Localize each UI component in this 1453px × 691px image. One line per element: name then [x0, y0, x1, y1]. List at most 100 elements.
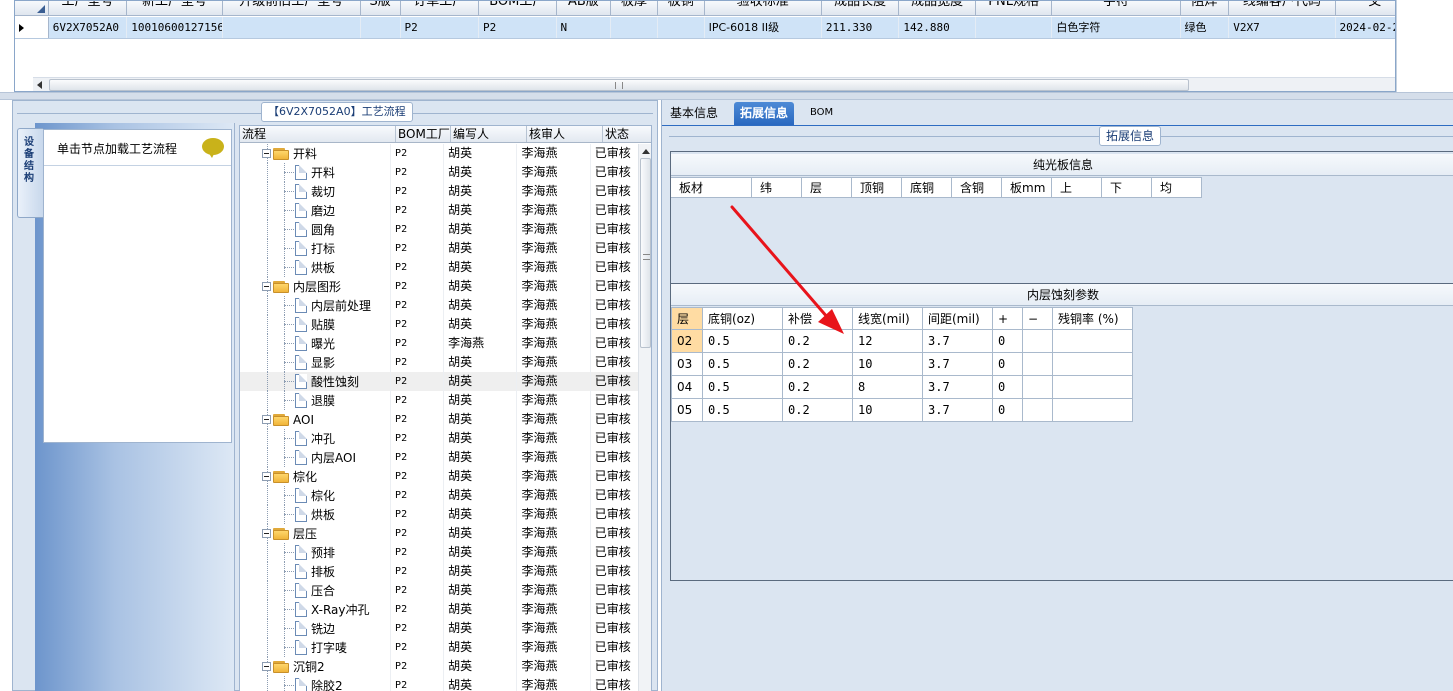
tree-node[interactable]: 内层图形	[262, 277, 341, 296]
tree-cell-reviewer[interactable]: 李海燕	[516, 657, 589, 676]
tree-cell-bom[interactable]: P2	[390, 562, 443, 581]
cell-pnl[interactable]	[976, 17, 1053, 38]
etch-cell[interactable]	[1052, 398, 1133, 422]
tree-node[interactable]: 退膜	[295, 391, 335, 410]
collapse-icon[interactable]	[262, 415, 271, 424]
tree-cell-status[interactable]: 已审核	[589, 581, 638, 600]
tree-cell-bom[interactable]: P2	[390, 505, 443, 524]
collapse-icon[interactable]	[262, 282, 271, 291]
tree-cell-bom[interactable]: P2	[390, 372, 443, 391]
col-header[interactable]: 板材	[671, 178, 752, 197]
col-header[interactable]: PNL规格	[976, 1, 1053, 15]
tree-cell-status[interactable]: 已审核	[589, 372, 638, 391]
etch-cell[interactable]: 0.5	[702, 398, 783, 422]
tree-cell-reviewer[interactable]: 李海燕	[516, 258, 589, 277]
tree-cell-bom[interactable]: P2	[390, 638, 443, 657]
col-header[interactable]: 板厚	[611, 1, 658, 15]
tree-row[interactable]: 排板 P2 胡英 李海燕 已审核	[240, 562, 638, 581]
tree-cell-reviewer[interactable]: 李海燕	[516, 562, 589, 581]
tree-node[interactable]: 棕化	[262, 467, 317, 486]
tree-cell-reviewer[interactable]: 李海燕	[516, 353, 589, 372]
col-header[interactable]: 残铜率 (%)	[1052, 307, 1133, 330]
tree-node[interactable]: 裁切	[295, 182, 335, 201]
tree-cell-writer[interactable]: 胡英	[443, 619, 516, 638]
tree-node-cell[interactable]: 压合	[240, 581, 390, 600]
tree-node-cell[interactable]: 退膜	[240, 391, 390, 410]
cell-bom-factory[interactable]: P2	[479, 17, 557, 38]
side-tab-equipment[interactable]: 设备结构	[17, 128, 43, 218]
tree-node[interactable]: X-Ray冲孔	[295, 600, 369, 619]
tree-cell-writer[interactable]: 胡英	[443, 429, 516, 448]
tree-cell-writer[interactable]: 胡英	[443, 543, 516, 562]
tree-cell-reviewer[interactable]: 李海燕	[516, 163, 589, 182]
tree-node[interactable]: 开料	[295, 163, 335, 182]
tree-node[interactable]: 层压	[262, 524, 317, 543]
etch-cell[interactable]: 8	[852, 375, 923, 399]
tree-cell-reviewer[interactable]: 李海燕	[516, 277, 589, 296]
tree-cell-writer[interactable]: 李海燕	[443, 334, 516, 353]
horizontal-splitter[interactable]	[0, 92, 1453, 100]
tree-row[interactable]: 层压 P2 胡英 李海燕 已审核	[240, 524, 638, 543]
etch-cell[interactable]	[1022, 375, 1053, 399]
tree-cell-reviewer[interactable]: 李海燕	[516, 543, 589, 562]
cell-delivery[interactable]: 2024-02-2	[1336, 17, 1395, 38]
tree-cell-reviewer[interactable]: 李海燕	[516, 486, 589, 505]
tree-cell-reviewer[interactable]: 李海燕	[516, 315, 589, 334]
tree-cell-writer[interactable]: 胡英	[443, 372, 516, 391]
etch-cell[interactable]: 0	[992, 398, 1023, 422]
tree-cell-reviewer[interactable]: 李海燕	[516, 505, 589, 524]
tree-node-cell[interactable]: 冲孔	[240, 429, 390, 448]
tree-cell-bom[interactable]: P2	[390, 144, 443, 163]
tree-node-cell[interactable]: 开料	[240, 144, 390, 163]
tree-cell-writer[interactable]: 胡英	[443, 163, 516, 182]
etch-cell[interactable]: 0.2	[782, 352, 853, 376]
tree-node[interactable]: AOI	[262, 410, 314, 429]
tree-row[interactable]: 贴膜 P2 胡英 李海燕 已审核	[240, 315, 638, 334]
tree-cell-writer[interactable]: 胡英	[443, 676, 516, 691]
col-header[interactable]: 底铜(oz)	[702, 307, 783, 330]
tree-node[interactable]: 贴膜	[295, 315, 335, 334]
tree-cell-reviewer[interactable]: 李海燕	[516, 182, 589, 201]
tree-cell-bom[interactable]: P2	[390, 410, 443, 429]
tree-cell-writer[interactable]: 胡英	[443, 600, 516, 619]
col-header[interactable]: 上	[1052, 178, 1102, 197]
cell-length[interactable]: 211.330	[822, 17, 900, 38]
tree-row[interactable]: AOI P2 胡英 李海燕 已审核	[240, 410, 638, 429]
tree-cell-reviewer[interactable]: 李海燕	[516, 201, 589, 220]
tree-cell-writer[interactable]: 胡英	[443, 277, 516, 296]
tree-cell-reviewer[interactable]: 李海燕	[516, 239, 589, 258]
tree-cell-reviewer[interactable]: 李海燕	[516, 410, 589, 429]
tree-node-cell[interactable]: X-Ray冲孔	[240, 600, 390, 619]
col-header[interactable]: 顶铜	[852, 178, 902, 197]
tree-node[interactable]: 酸性蚀刻	[295, 372, 359, 391]
etch-row[interactable]: 02 0.5 0.2 12 3.7 0	[671, 329, 1133, 353]
tree-cell-status[interactable]: 已审核	[589, 562, 638, 581]
tree-cell-reviewer[interactable]: 李海燕	[516, 676, 589, 691]
etch-cell[interactable]: 3.7	[922, 329, 993, 353]
cell-standard[interactable]: IPC-6018 II级	[705, 17, 822, 38]
tree-node-cell[interactable]: 磨边	[240, 201, 390, 220]
col-header[interactable]: 线编客户代码	[1229, 1, 1336, 15]
etch-cell[interactable]: 0	[992, 329, 1023, 353]
col-header[interactable]: 含铜	[952, 178, 1002, 197]
tree-cell-bom[interactable]: P2	[390, 182, 443, 201]
tree-node[interactable]: 铣边	[295, 619, 335, 638]
tree-cell-status[interactable]: 已审核	[589, 239, 638, 258]
tree-node[interactable]: 内层前处理	[295, 296, 371, 315]
tree-cell-writer[interactable]: 胡英	[443, 524, 516, 543]
tree-row[interactable]: 开料 P2 胡英 李海燕 已审核	[240, 163, 638, 182]
col-header[interactable]: 成品长度	[822, 1, 900, 15]
etch-cell[interactable]: 0.5	[702, 352, 783, 376]
tree-row[interactable]: 预排 P2 胡英 李海燕 已审核	[240, 543, 638, 562]
col-header[interactable]: 工厂型号	[49, 1, 128, 15]
etch-cell[interactable]	[1052, 352, 1133, 376]
col-header[interactable]: 均	[1152, 178, 1202, 197]
etch-cell[interactable]: 0.5	[702, 375, 783, 399]
tree-cell-writer[interactable]: 胡英	[443, 182, 516, 201]
tree-cell-status[interactable]: 已审核	[589, 638, 638, 657]
tree-cell-status[interactable]: 已审核	[589, 182, 638, 201]
tree-node-cell[interactable]: 内层图形	[240, 277, 390, 296]
col-header[interactable]: 交	[1336, 1, 1395, 15]
tree-row[interactable]: 棕化 P2 胡英 李海燕 已审核	[240, 467, 638, 486]
tree-cell-status[interactable]: 已审核	[589, 277, 638, 296]
